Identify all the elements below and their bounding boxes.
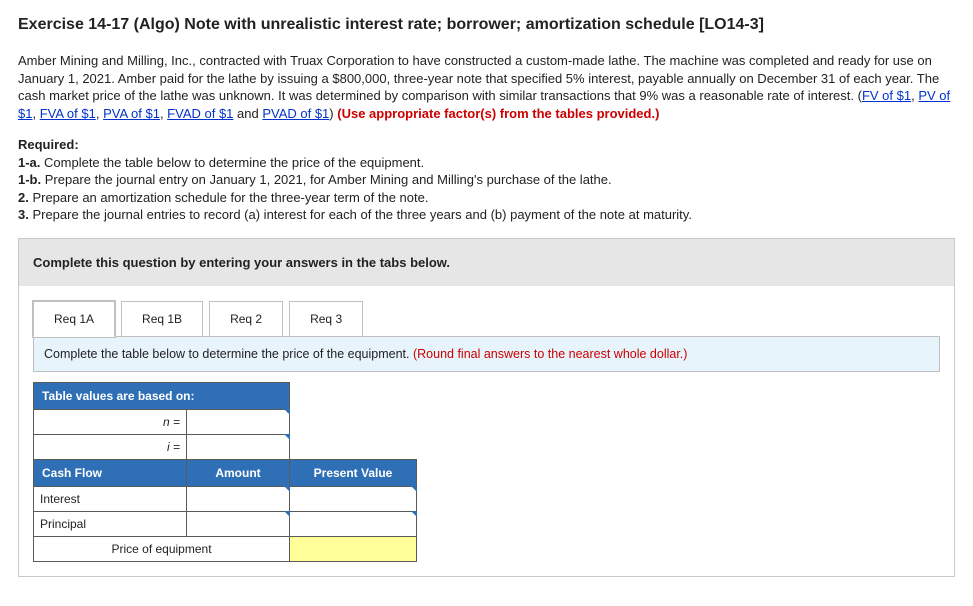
link-fvad[interactable]: FVAD of $1 [167,106,233,121]
req-num: 1-b. [18,172,41,187]
tab-instruction: Complete the table below to determine th… [33,336,940,372]
required-item: 2. Prepare an amortization schedule for … [18,189,955,207]
n-label: n = [34,409,187,434]
question-box: Complete this question by entering your … [18,238,955,577]
dropdown-icon [284,409,290,415]
tab-req-1b[interactable]: Req 1B [121,301,203,337]
dropdown-icon [411,486,417,492]
row-interest-label: Interest [34,486,187,511]
req-text: Complete the table below to determine th… [40,155,424,170]
col-header-cashflow: Cash Flow [34,459,187,486]
req-text: Prepare the journal entry on January 1, … [41,172,611,187]
principal-amount-input[interactable] [187,511,290,536]
answer-table-wrap: Table values are based on: n = i = Cash … [19,372,954,576]
n-input[interactable] [187,409,290,434]
table-header-basis: Table values are based on: [34,382,290,409]
col-header-amount: Amount [187,459,290,486]
req-text: Prepare an amortization schedule for the… [29,190,429,205]
col-header-pv: Present Value [290,459,417,486]
tab-req-2[interactable]: Req 2 [209,301,283,337]
required-item: 1-a. Complete the table below to determi… [18,154,955,172]
price-of-equipment-output[interactable] [290,536,417,561]
i-label: i = [34,434,187,459]
sep: , [96,106,103,121]
dropdown-icon [284,434,290,440]
required-heading: Required: [18,136,955,154]
sep: , [32,106,39,121]
interest-pv-input[interactable] [290,486,417,511]
and-word: and [233,106,262,121]
req-num: 3. [18,207,29,222]
required-block: Required: 1-a. Complete the table below … [18,136,955,224]
tab-req-3[interactable]: Req 3 [289,301,363,337]
req-num: 1-a. [18,155,40,170]
i-input[interactable] [187,434,290,459]
dropdown-icon [411,511,417,517]
problem-body: Amber Mining and Milling, Inc., contract… [18,53,939,103]
link-pva[interactable]: PVA of $1 [103,106,160,121]
problem-statement: Amber Mining and Milling, Inc., contract… [18,52,955,122]
price-of-equipment-label: Price of equipment [34,536,290,561]
req-text: Prepare the journal entries to record (a… [29,207,692,222]
link-fv[interactable]: FV of $1 [862,88,911,103]
link-fva[interactable]: FVA of $1 [40,106,96,121]
exercise-title: Exercise 14-17 (Algo) Note with unrealis… [18,16,955,34]
answer-table: Table values are based on: n = i = Cash … [33,382,417,562]
tab-instruction-text: Complete the table below to determine th… [44,347,413,361]
interest-amount-input[interactable] [187,486,290,511]
row-principal-label: Principal [34,511,187,536]
link-pvad[interactable]: PVAD of $1 [262,106,329,121]
tab-req-1a[interactable]: Req 1A [33,301,115,337]
tabs-row: Req 1A Req 1B Req 2 Req 3 [19,286,954,336]
required-item: 3. Prepare the journal entries to record… [18,206,955,224]
req-num: 2. [18,190,29,205]
principal-pv-input[interactable] [290,511,417,536]
use-factors-note: (Use appropriate factor(s) from the tabl… [337,106,659,121]
question-box-header: Complete this question by entering your … [19,239,954,286]
required-item: 1-b. Prepare the journal entry on Januar… [18,171,955,189]
tab-instruction-hint: (Round final answers to the nearest whol… [413,347,687,361]
